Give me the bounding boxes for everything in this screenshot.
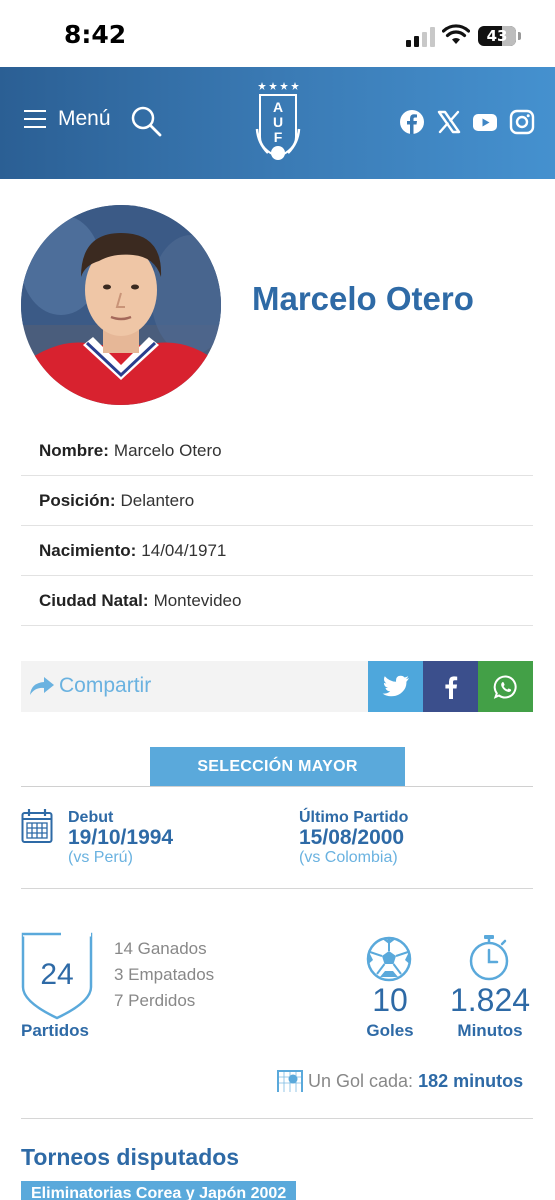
whatsapp-icon [493,674,517,699]
last-match-title: Último Partido [299,809,409,826]
auf-logo[interactable]: A U F [254,79,302,165]
cellular-signal-icon [406,27,435,47]
gol-cada-row: Un Gol cada: 182 minutos [276,1068,523,1094]
search-icon[interactable] [130,105,162,137]
info-value: Delantero [120,490,195,510]
partidos-count: 24 [40,958,74,991]
result-perdidos: 7 Perdidos [114,991,196,1010]
minutos-count: 1.824 [449,982,531,1018]
results-list: 14 Ganados 3 Empatados 7 Perdidos [114,936,214,1014]
share-bar: Compartir [21,661,533,712]
instagram-icon[interactable] [509,109,535,135]
divider [21,888,533,889]
calendar-icon [21,809,53,843]
divider [21,1118,533,1119]
info-label: Ciudad Natal: [39,590,149,610]
minutos-label: Minutos [457,1021,523,1040]
svg-text:U: U [273,114,283,130]
last-match-date: 15/08/2000 [299,826,405,849]
stopwatch-icon [469,935,509,981]
status-bar: 8:42 43 [0,0,555,67]
battery-tip [518,32,521,40]
share-twitter-button[interactable] [368,661,423,712]
facebook-icon[interactable] [399,109,425,135]
share-arrow-icon [30,677,54,695]
status-time: 8:42 [64,20,127,49]
share-label: Compartir [59,674,152,697]
debut-title: Debut [68,809,114,826]
goles-count: 10 [372,982,408,1018]
goal-net-icon [277,1070,303,1092]
result-ganados: 14 Ganados [114,939,207,958]
share-facebook-button[interactable] [423,661,478,712]
partidos-label: Partidos [21,1021,90,1040]
gol-cada-value: 182 minutos [418,1070,524,1091]
svg-text:A: A [273,99,283,115]
result-empatados: 3 Empatados [114,965,215,984]
goles-label: Goles [366,1021,414,1040]
info-row-ciudad-natal: Ciudad Natal: Montevideo [21,576,533,626]
player-info-list: Nombre: Marcelo Otero Posición: Delanter… [21,426,533,626]
menu-button[interactable]: Menú [24,107,111,131]
info-label: Nombre: [39,440,109,460]
battery-indicator: 43 [478,26,516,46]
player-avatar [21,205,221,405]
debut-opponent: (vs Perú) [68,849,133,866]
info-row-nombre: Nombre: Marcelo Otero [21,426,533,476]
debut-block: Debut 19/10/1994 (vs Perú) [68,809,173,867]
share-whatsapp-button[interactable] [478,661,533,712]
info-value: Marcelo Otero [113,440,222,460]
soccer-ball-icon [366,936,412,982]
torneo-chip[interactable]: Eliminatorias Corea y Japón 2002 [21,1181,297,1200]
wifi-icon [442,24,470,44]
gol-cada-label: Un Gol cada: [308,1070,414,1091]
debut-date: 19/10/1994 [68,826,174,849]
facebook-f-icon [444,675,457,699]
x-icon[interactable] [436,109,462,135]
tab-underline [21,786,533,787]
info-value: Montevideo [153,590,242,610]
battery-percent: 43 [486,27,508,45]
tab-seleccion-mayor[interactable]: SELECCIÓN MAYOR [150,747,405,787]
menu-label: Menú [58,107,111,130]
info-row-posicion: Posición: Delantero [21,476,533,526]
info-row-nacimiento: Nacimiento: 14/04/1971 [21,526,533,576]
last-match-block: Último Partido 15/08/2000 (vs Colombia) [299,809,408,867]
share-label-wrap: Compartir [29,674,151,698]
player-name: Marcelo Otero [252,280,474,317]
site-header: Menú A U F [0,67,555,179]
last-match-opponent: (vs Colombia) [299,849,398,866]
svg-text:F: F [274,129,283,145]
info-value: 14/04/1971 [141,540,227,560]
torneos-title: Torneos disputados [21,1144,240,1170]
twitter-bird-icon [382,675,409,696]
info-label: Posición: [39,490,116,510]
info-label: Nacimiento: [39,540,137,560]
youtube-icon[interactable] [472,109,498,135]
hamburger-icon [24,110,46,128]
